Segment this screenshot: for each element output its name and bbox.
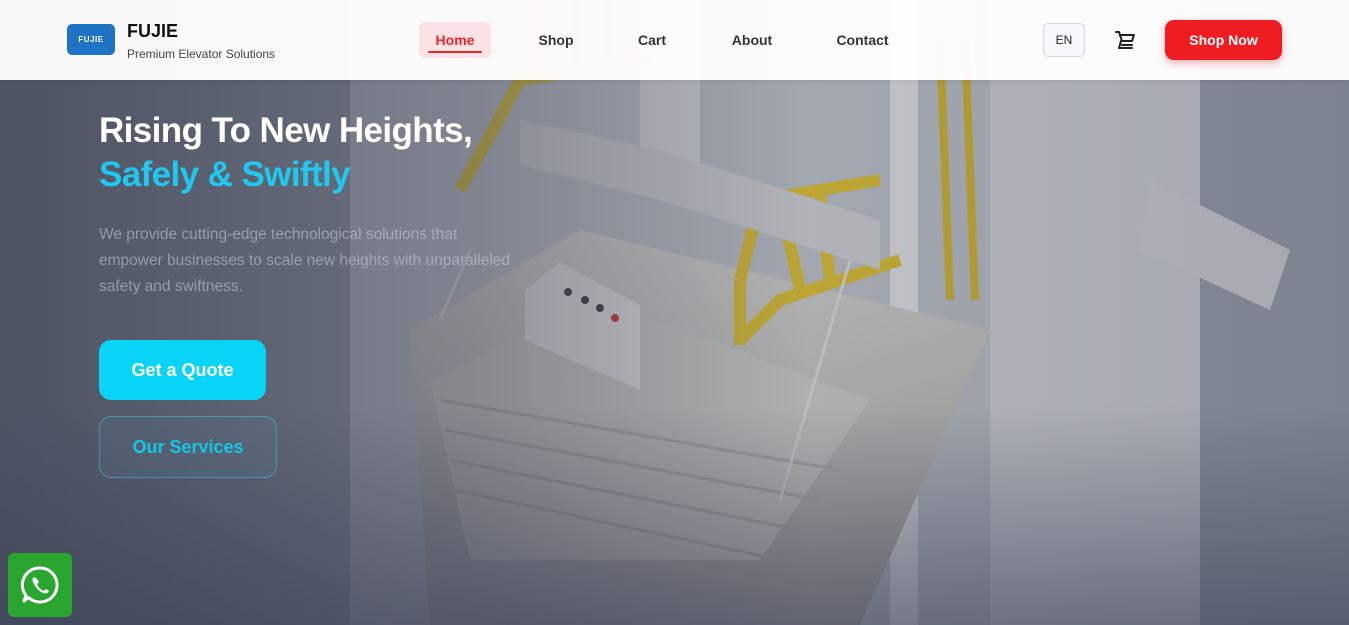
nav-item-home[interactable]: Home — [419, 22, 491, 58]
language-switcher[interactable]: EN — [1043, 23, 1085, 57]
hero-title-line1: Rising To New Heights, — [99, 111, 473, 150]
our-services-button[interactable]: Our Services — [99, 416, 277, 478]
hero-background — [0, 0, 1349, 625]
shop-now-button[interactable]: Shop Now — [1165, 20, 1282, 60]
nav-item-contact[interactable]: Contact — [825, 22, 900, 58]
get-quote-button[interactable]: Get a Quote — [99, 340, 266, 400]
hero-description: We provide cutting-edge technological so… — [99, 226, 510, 295]
nav-item-shop[interactable]: Shop — [525, 22, 587, 58]
whatsapp-icon — [20, 566, 59, 604]
brand-logo-text: FUJIE — [78, 35, 104, 44]
nav-item-cart[interactable]: Cart — [623, 22, 681, 58]
hero-headline: Rising To New Heights, Safely & Swiftly — [99, 110, 473, 198]
whatsapp-button[interactable] — [8, 553, 72, 617]
nav-item-about[interactable]: About — [718, 22, 786, 58]
brand-name: FUJIE — [127, 21, 179, 41]
cart-icon[interactable] — [1113, 28, 1137, 52]
brand[interactable]: FUJIE FUJIE Premium Elevator Solutions — [67, 20, 275, 61]
hero-title-line2: Safely & Swiftly — [99, 155, 351, 194]
brand-logo[interactable]: FUJIE — [67, 24, 115, 55]
brand-tagline: Premium Elevator Solutions — [127, 47, 276, 61]
navbar: FUJIE FUJIE Premium Elevator Solutions H… — [0, 0, 1349, 80]
